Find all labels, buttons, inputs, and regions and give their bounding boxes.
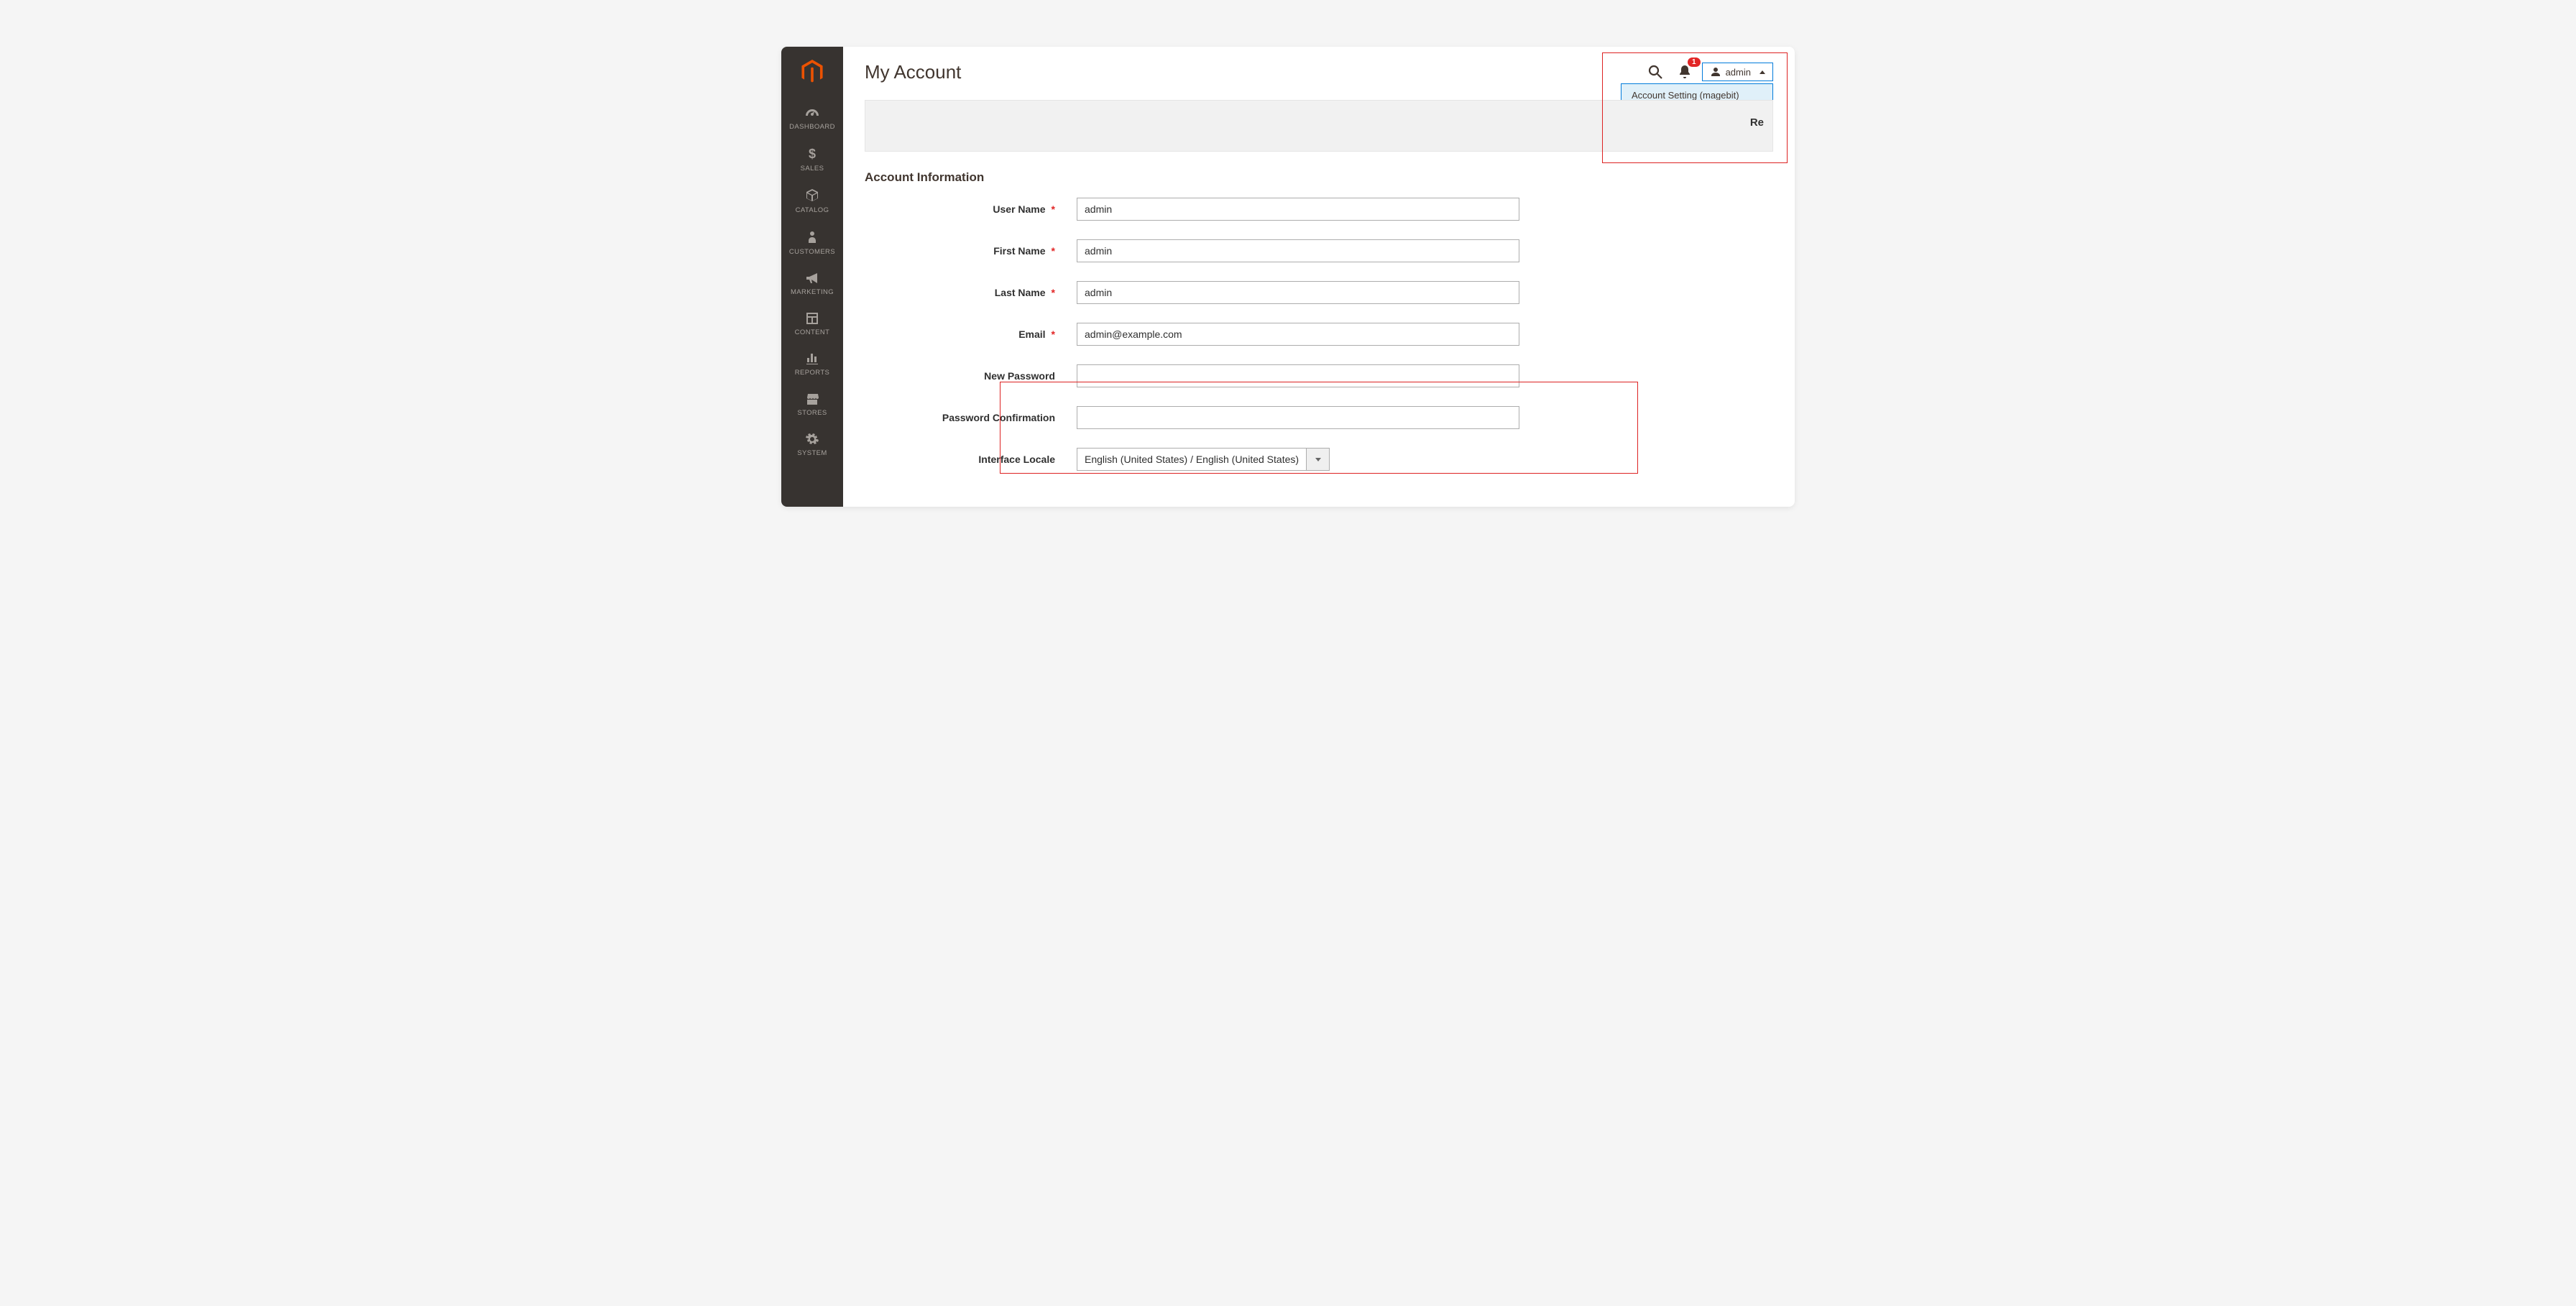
megaphone-icon <box>805 272 819 285</box>
row-password-confirmation: Password Confirmation <box>865 406 1773 429</box>
select-caret-button[interactable] <box>1307 448 1330 471</box>
nav-catalog[interactable]: CATALOG <box>781 181 843 223</box>
search-button[interactable] <box>1643 60 1668 84</box>
search-icon <box>1647 64 1663 80</box>
required-star: * <box>1052 245 1055 257</box>
row-firstname: First Name* <box>865 239 1773 262</box>
user-icon <box>1710 66 1721 78</box>
input-firstname[interactable] <box>1077 239 1519 262</box>
nav-stores[interactable]: STORES <box>781 385 843 426</box>
bar-chart-icon <box>806 352 819 365</box>
notification-badge: 1 <box>1688 58 1701 67</box>
nav-label: CATALOG <box>796 206 829 214</box>
nav-label: REPORTS <box>795 369 830 377</box>
box-icon <box>805 188 819 203</box>
notifications-button[interactable]: 1 <box>1673 60 1696 84</box>
label-password-confirmation: Password Confirmation <box>865 412 1077 423</box>
layout-icon <box>806 312 819 325</box>
nav-label: CONTENT <box>795 328 830 336</box>
label-username: User Name* <box>865 203 1077 215</box>
nav-marketing[interactable]: MARKETING <box>781 265 843 305</box>
required-star: * <box>1052 287 1055 298</box>
nav-label: SALES <box>801 165 824 173</box>
admin-sidebar: DASHBOARD $ SALES CATALOG CUSTOMERS MARK… <box>781 47 843 507</box>
nav-label: CUSTOMERS <box>789 248 835 256</box>
caret-up-icon <box>1760 70 1765 74</box>
storefront-icon <box>805 392 819 405</box>
nav-label: SYSTEM <box>797 449 827 457</box>
section-title: Account Information <box>843 166 1795 198</box>
nav-label: MARKETING <box>791 288 834 296</box>
nav-reports[interactable]: REPORTS <box>781 345 843 385</box>
nav-label: DASHBOARD <box>789 123 835 131</box>
svg-text:$: $ <box>809 147 816 161</box>
nav-sales[interactable]: $ SALES <box>781 139 843 181</box>
row-email: Email* <box>865 323 1773 346</box>
label-email: Email* <box>865 328 1077 340</box>
input-new-password[interactable] <box>1077 364 1519 387</box>
label-new-password: New Password <box>865 370 1077 382</box>
row-new-password: New Password <box>865 364 1773 387</box>
nav-dashboard[interactable]: DASHBOARD <box>781 101 843 139</box>
nav-content[interactable]: CONTENT <box>781 305 843 345</box>
actions-bar: Re <box>865 100 1773 152</box>
input-password-confirmation[interactable] <box>1077 406 1519 429</box>
header-tools: 1 admin Account Setting (magebit) Custom… <box>1643 60 1773 84</box>
select-interface-locale[interactable] <box>1077 448 1307 471</box>
dollar-icon: $ <box>807 147 817 161</box>
label-interface-locale: Interface Locale <box>865 454 1077 465</box>
input-username[interactable] <box>1077 198 1519 221</box>
magento-logo-icon <box>801 60 823 88</box>
gauge-icon <box>804 108 820 119</box>
main-content: My Account 1 admin Account Setting (mage… <box>843 47 1795 471</box>
select-wrap <box>1077 448 1330 471</box>
actions-bar-partial-text: Re <box>1750 116 1764 129</box>
input-lastname[interactable] <box>1077 281 1519 304</box>
nav-label: STORES <box>797 409 827 417</box>
input-email[interactable] <box>1077 323 1519 346</box>
gear-icon <box>806 433 819 446</box>
label-lastname: Last Name* <box>865 287 1077 298</box>
page-title: My Account <box>865 61 961 83</box>
nav-system[interactable]: SYSTEM <box>781 426 843 466</box>
person-icon <box>807 230 817 244</box>
row-username: User Name* <box>865 198 1773 221</box>
required-star: * <box>1052 328 1055 340</box>
page-header: My Account 1 admin Account Setting (mage… <box>843 47 1795 100</box>
nav-customers[interactable]: CUSTOMERS <box>781 223 843 265</box>
row-interface-locale: Interface Locale <box>865 448 1773 471</box>
required-star: * <box>1052 203 1055 215</box>
row-lastname: Last Name* <box>865 281 1773 304</box>
admin-menu-toggle[interactable]: admin Account Setting (magebit) Customer… <box>1702 63 1773 81</box>
app-frame: DASHBOARD $ SALES CATALOG CUSTOMERS MARK… <box>781 47 1795 507</box>
label-firstname: First Name* <box>865 245 1077 257</box>
admin-username: admin <box>1726 67 1751 78</box>
